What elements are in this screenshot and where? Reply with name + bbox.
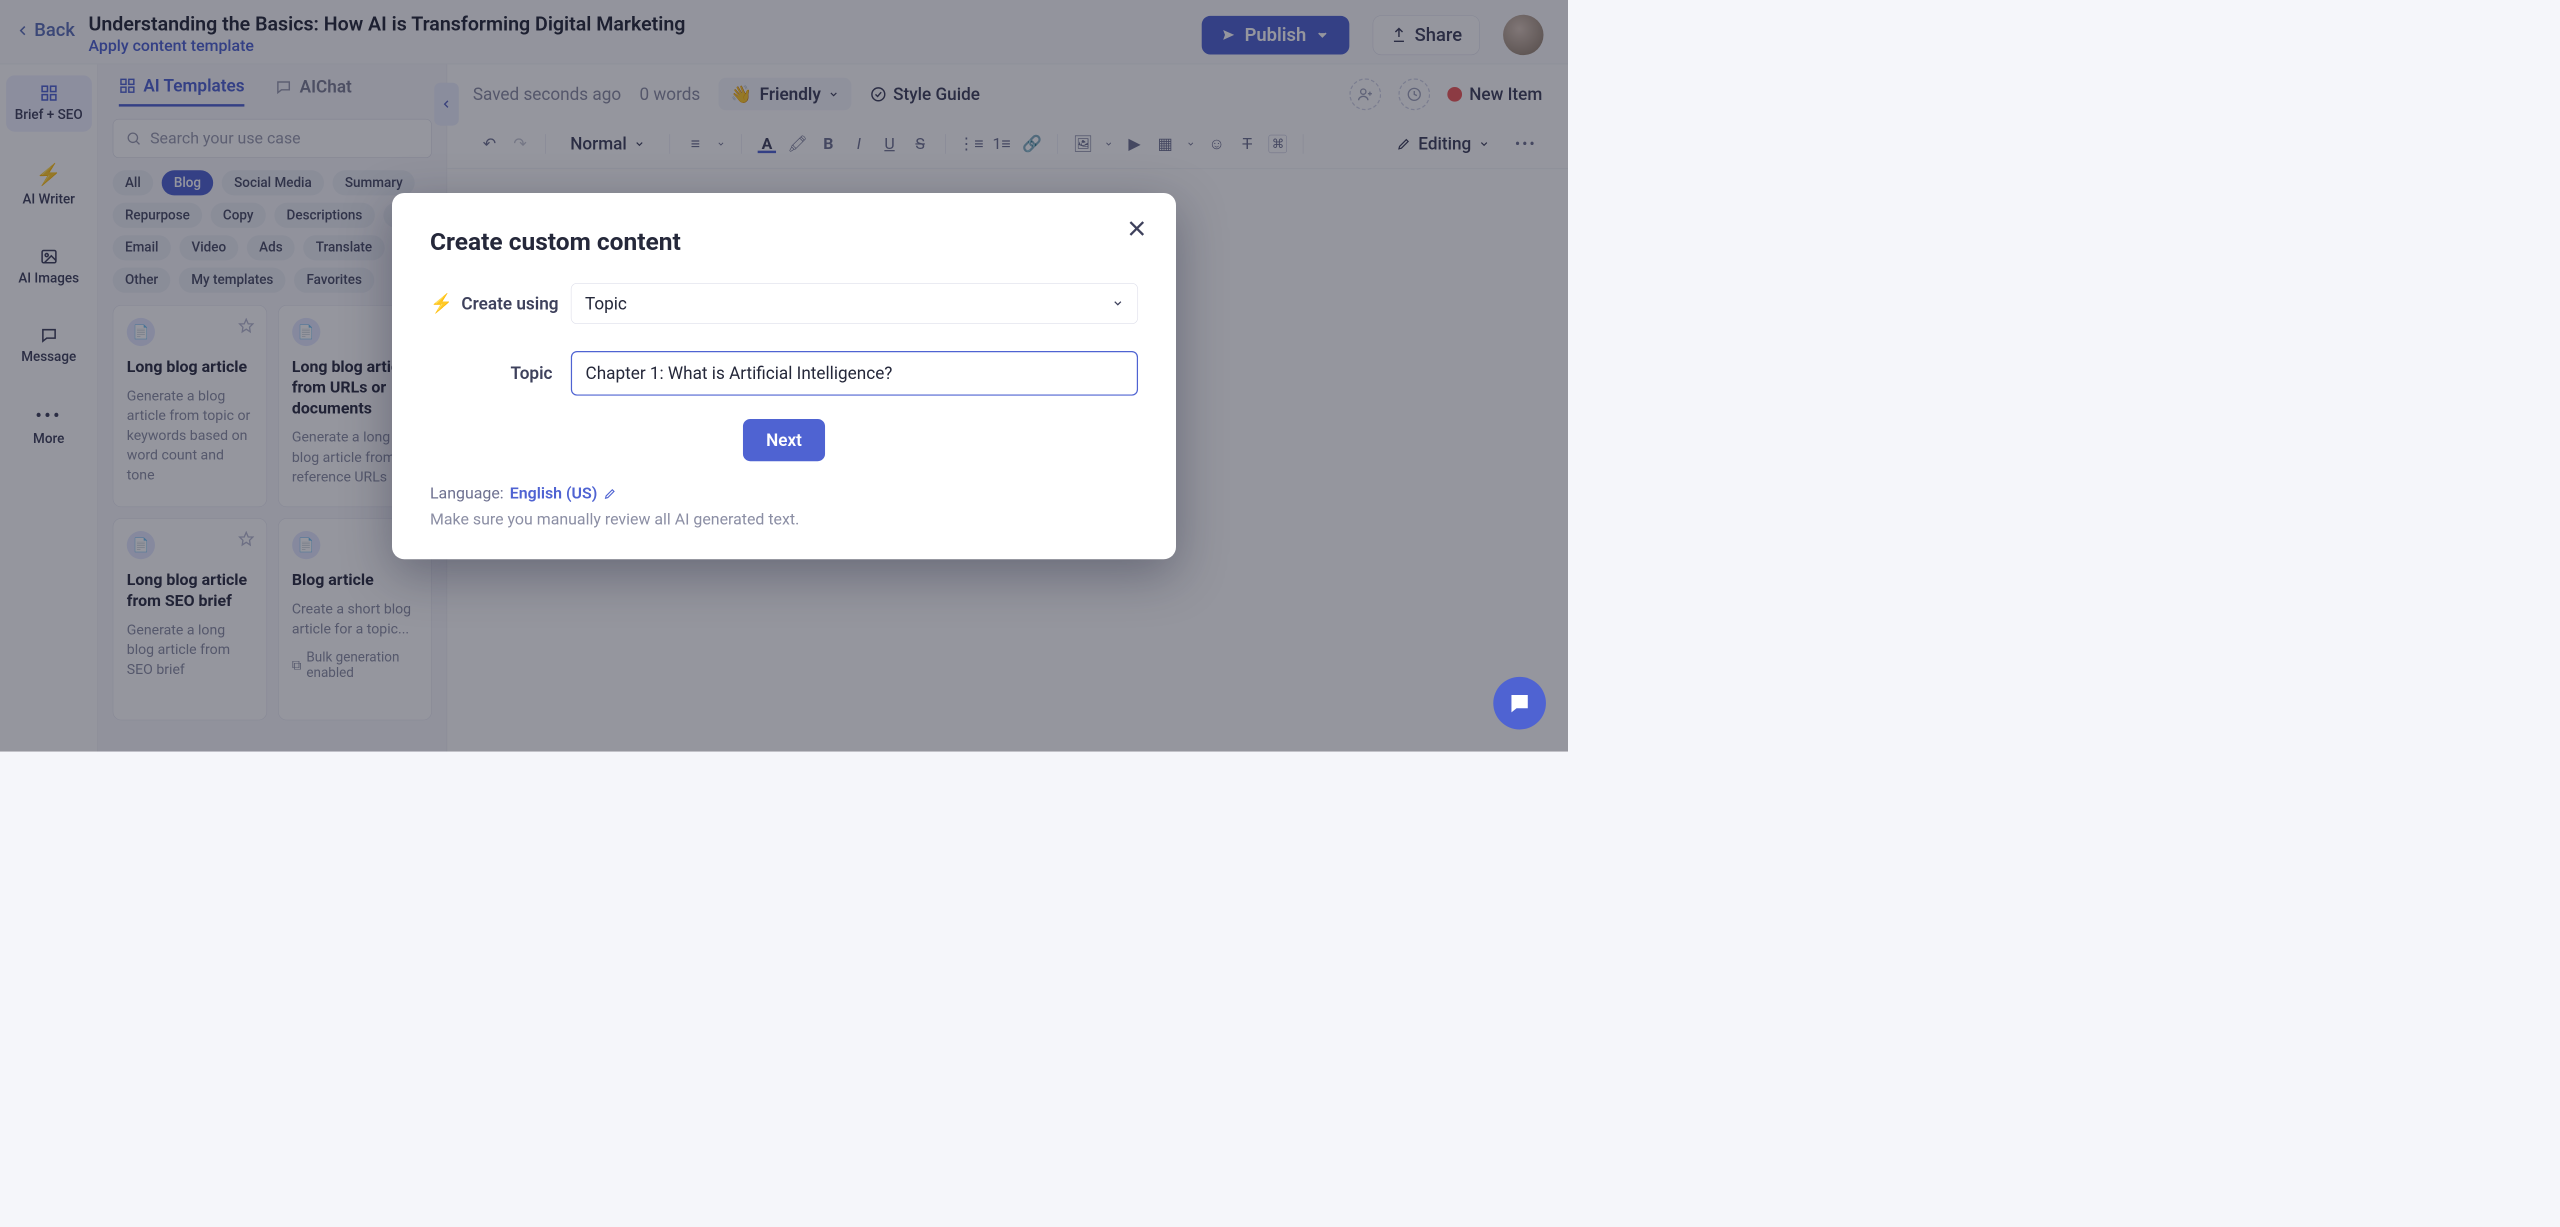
- intercom-button[interactable]: [1493, 677, 1546, 730]
- topic-label: Topic: [430, 363, 571, 383]
- language-value[interactable]: English (US): [510, 484, 598, 502]
- modal-title: Create custom content: [430, 227, 1138, 256]
- disclaimer-text: Make sure you manually review all AI gen…: [430, 510, 1138, 528]
- next-button[interactable]: Next: [743, 419, 825, 461]
- topic-input[interactable]: [571, 351, 1138, 396]
- bolt-icon: ⚡: [430, 292, 453, 313]
- language-prefix: Language:: [430, 484, 504, 502]
- create-content-modal: Create custom content ⚡ Create using Top…: [392, 193, 1176, 559]
- chevron-down-icon: [1112, 297, 1124, 309]
- chat-bubble-icon: [1507, 691, 1532, 716]
- close-icon[interactable]: [1126, 217, 1148, 239]
- create-using-label: ⚡ Create using: [430, 292, 571, 313]
- create-using-select[interactable]: Topic: [571, 283, 1138, 324]
- modal-scrim: Create custom content ⚡ Create using Top…: [0, 0, 1568, 752]
- edit-icon[interactable]: [603, 487, 616, 500]
- select-value: Topic: [585, 293, 627, 313]
